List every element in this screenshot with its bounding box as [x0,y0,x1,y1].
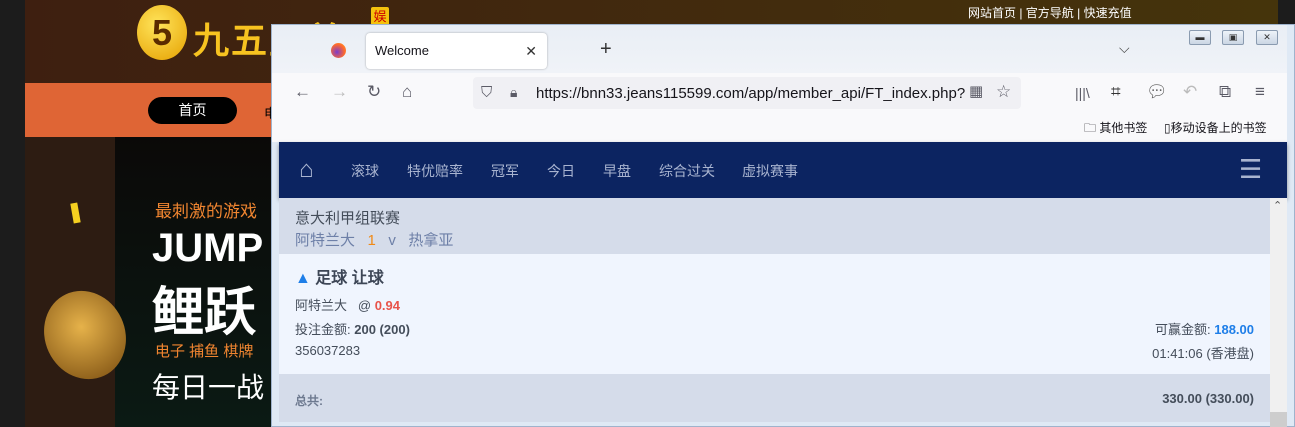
nav-virtual[interactable]: 虚拟赛事 [742,161,798,181]
site-logo-icon: 5 [137,5,187,60]
bookmark-star-icon[interactable]: ☆ [996,82,1011,102]
library-icon[interactable]: |||\ [1075,85,1090,101]
banner-line1: 最刺激的游戏 [155,202,257,221]
shield-icon[interactable]: ⛉ [481,84,492,101]
qr-code-icon[interactable]: ▦ [969,82,983,100]
bookmark-mobile[interactable]: ▯移动设备上的书签 [1164,119,1267,136]
pick: 阿特兰大 [295,298,348,313]
total-section [279,374,1270,422]
bet-title-row: ▲ 足球 让球 [295,264,384,288]
maximize-button[interactable]: ▣ [1222,30,1244,45]
stake-value: 200 (200) [354,322,410,337]
nav-today[interactable]: 今日 [547,161,575,181]
league-name: 意大利甲组联赛 [295,210,401,227]
total-label: 总共: [295,394,323,408]
win-label: 可赢金额: [1154,322,1211,337]
win-value: 188.00 [1214,322,1254,337]
home-icon[interactable]: ⌂ [402,82,412,102]
scrollbar[interactable] [1270,198,1287,427]
bet-section [279,254,1270,374]
home-team: 阿特兰大 [295,232,356,249]
reload-icon[interactable]: ↻ [367,82,381,102]
undo-icon[interactable]: ↶ [1183,82,1197,102]
tab-list-chevron-icon[interactable]: ⌵ [1119,40,1130,57]
tab-title: Welcome [375,43,429,58]
nav-live[interactable]: 滚球 [351,161,379,181]
nav-special-odds[interactable]: 特优赔率 [407,161,463,181]
firefox-icon[interactable] [331,43,346,58]
scrollbar-thumb[interactable] [1270,412,1287,427]
nav-parlay[interactable]: 综合过关 [659,161,715,181]
menu-icon[interactable]: ≡ [1255,82,1265,102]
banner-line5: 每日一战 [152,372,265,403]
at-sign: @ [357,298,372,313]
chat-icon[interactable]: 💬︎ [1146,82,1168,102]
url-text[interactable]: https://bnn33.jeans115599.com/app/member… [536,85,965,102]
lock-icon[interactable]: 🔒︎ [510,84,517,101]
banner-line3: 鲤跃 [152,284,257,342]
bookmark-mobile-label: 移动设备上的书签 [1170,121,1267,135]
back-icon[interactable]: ← [294,82,311,102]
vs: v [388,232,396,249]
minimize-button[interactable]: ▬ [1189,30,1211,45]
odds: 0.94 [374,298,400,313]
crop-icon[interactable]: ⌗ [1111,82,1121,102]
nav-early[interactable]: 早盘 [603,161,631,181]
away-team: 热拿亚 [408,232,454,249]
handicap: 1 [367,232,376,249]
pick-row: 阿特兰大 @ 0.94 [295,295,400,314]
stake-row: 投注金额: 200 (200) [295,319,410,338]
ticket-id: 356037283 [295,343,361,358]
site-nav-home[interactable]: 首页 [148,97,237,124]
stake-label: 投注金额: [295,322,351,337]
extensions-icon[interactable]: ⧉ [1219,82,1231,102]
banner-line4: 电子 捕鱼 棋牌 [155,343,254,360]
top-links[interactable]: 网站首页 | 官方导航 | 快速充值 [968,4,1132,21]
bet-time: 01:41:06 (香港盘) [1152,346,1254,361]
bookmark-other[interactable]: 🗀︎ 其他书签 [1084,119,1147,140]
close-window-button[interactable]: ✕ [1256,30,1278,45]
new-tab-icon[interactable]: + [600,38,612,61]
win-row: 可赢金额: 188.00 [1155,319,1254,338]
warning-icon: ▲ [295,270,311,287]
hamburger-menu-icon[interactable]: ☰ [1239,156,1262,182]
bet-title: 足球 让球 [315,270,384,287]
total-value: 330.00 (330.00) [1162,391,1254,406]
close-tab-icon[interactable]: ✕ [525,33,537,69]
bookmark-other-label: 其他书签 [1099,121,1148,135]
nav-champion[interactable]: 冠军 [491,161,519,181]
scroll-up-icon[interactable]: ⌃ [1273,199,1282,212]
forward-icon[interactable]: → [331,82,348,102]
home-nav-icon[interactable]: ⌂ [299,156,314,184]
match-line: 阿特兰大 1 v 热拿亚 [295,229,453,250]
tab-welcome[interactable]: Welcome ✕ [366,33,547,69]
